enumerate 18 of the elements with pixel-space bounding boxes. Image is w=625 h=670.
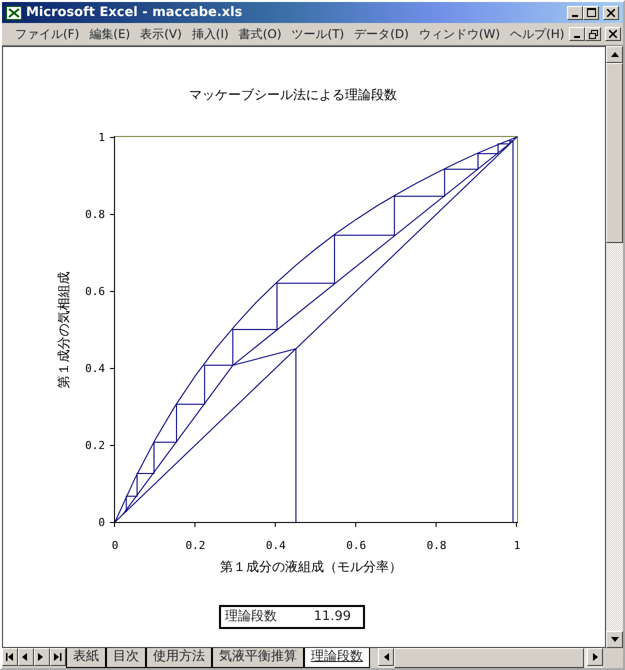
tick-label: 0.4 [85,362,105,375]
tick-label: 0.6 [85,285,105,298]
tick-label: 0.6 [346,539,366,552]
result-value: 11.99 [314,608,351,626]
tick-label: 0.2 [85,439,105,452]
window-title: Microsoft Excel - maccabe.xls [26,4,242,22]
tick-label: 0.8 [426,539,447,552]
tick-label: 0 [112,539,118,552]
tick-label: 0.8 [85,208,105,221]
tick-label: 0 [98,516,105,529]
result-label: 理論段数 [225,608,277,626]
chart-title: マッケーブシール法による理論段数 [189,88,397,103]
axis-label: 第１成分の液組成（モル分率） [220,560,402,575]
tick-label: 0.4 [266,539,286,552]
tick-label: 1 [514,539,520,552]
axis-label: 第１成分の気相組成 [57,272,72,388]
tick-label: 0.2 [185,539,206,552]
tick-label: 1 [98,131,105,144]
